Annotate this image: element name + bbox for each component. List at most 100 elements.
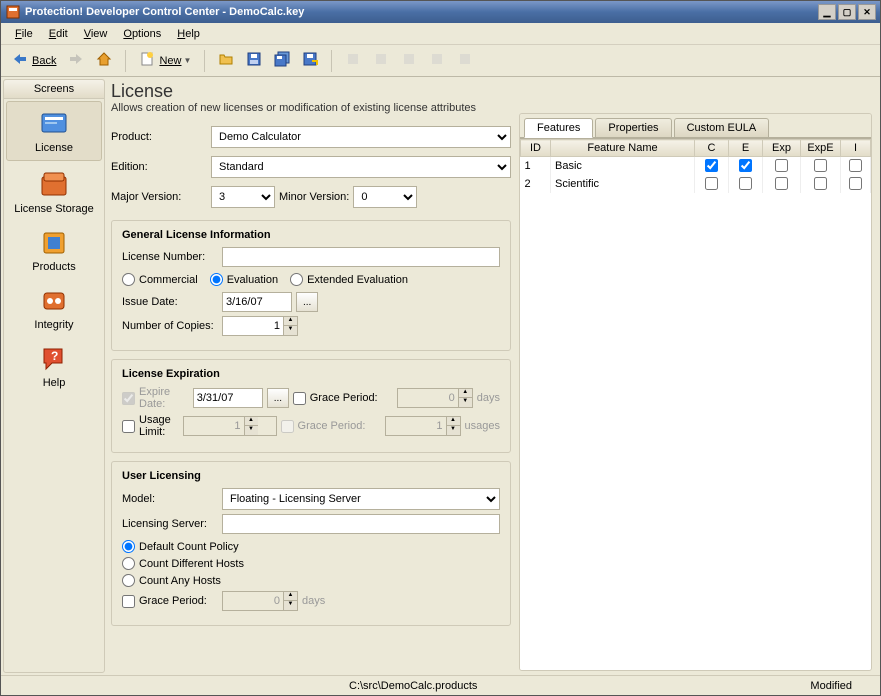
cell-id: 2 xyxy=(521,175,551,193)
back-button[interactable]: Back xyxy=(7,49,61,73)
title-bar: Protection! Developer Control Center - D… xyxy=(1,1,880,23)
grace-period-usages-check: Grace Period: xyxy=(281,420,381,433)
sidebar-item-license-storage[interactable]: License Storage xyxy=(4,163,104,221)
cell-c-check[interactable] xyxy=(705,177,718,190)
product-select[interactable]: Demo Calculator xyxy=(211,126,511,148)
tool-icon xyxy=(457,51,473,70)
table-row[interactable]: 1Basic xyxy=(521,157,871,175)
spin-down-icon[interactable]: ▼ xyxy=(283,326,297,335)
issue-date-input[interactable] xyxy=(222,292,292,312)
tool-b-button[interactable] xyxy=(368,49,394,73)
col-e[interactable]: E xyxy=(729,140,763,157)
expire-date-picker-button[interactable]: ... xyxy=(267,388,289,408)
tab-features[interactable]: Features xyxy=(524,118,593,138)
licensing-server-label: Licensing Server: xyxy=(122,518,222,530)
major-version-select[interactable]: 3 xyxy=(211,186,275,208)
usage-limit-spinner: ▲▼ xyxy=(183,416,277,436)
minimize-button[interactable]: ▁ xyxy=(818,4,836,20)
radio-diff-hosts[interactable]: Count Different Hosts xyxy=(122,557,500,570)
spin-up-icon[interactable]: ▲ xyxy=(283,317,297,326)
forward-button[interactable] xyxy=(63,49,89,73)
col-c[interactable]: C xyxy=(695,140,729,157)
copies-spinner[interactable]: ▲▼ xyxy=(222,316,298,336)
copies-label: Number of Copies: xyxy=(122,320,222,332)
open-button[interactable] xyxy=(213,49,239,73)
tool-d-button[interactable] xyxy=(424,49,450,73)
save-as-button[interactable] xyxy=(297,49,323,73)
sidebar-item-integrity[interactable]: Integrity xyxy=(4,279,104,337)
col-id[interactable]: ID xyxy=(521,140,551,157)
tool-icon xyxy=(345,51,361,70)
cell-exp-check[interactable] xyxy=(775,159,788,172)
sidebar-item-products[interactable]: Products xyxy=(4,221,104,279)
save-button[interactable] xyxy=(241,49,267,73)
col-exp[interactable]: Exp xyxy=(763,140,801,157)
grace-period-days-check[interactable]: Grace Period: xyxy=(293,392,393,405)
sidebar-item-label: License xyxy=(9,142,99,154)
tool-c-button[interactable] xyxy=(396,49,422,73)
save-all-button[interactable] xyxy=(269,49,295,73)
minor-version-select[interactable]: 0 xyxy=(353,186,417,208)
close-button[interactable]: ✕ xyxy=(858,4,876,20)
help-icon: ? xyxy=(38,343,70,375)
user-licensing-fieldset: User Licensing Model: Floating - Licensi… xyxy=(111,461,511,626)
floppy-arrow-icon xyxy=(302,51,318,70)
left-panel: License Allows creation of new licenses … xyxy=(111,81,511,671)
cell-e-check[interactable] xyxy=(739,177,752,190)
col-i[interactable]: I xyxy=(841,140,871,157)
arrow-left-icon xyxy=(12,53,28,68)
menu-help[interactable]: Help xyxy=(169,26,208,42)
usage-limit-check[interactable]: Usage Limit: xyxy=(122,414,183,438)
usages-unit: usages xyxy=(465,420,500,432)
tab-custom-eula[interactable]: Custom EULA xyxy=(674,118,770,137)
menu-view[interactable]: View xyxy=(76,26,116,42)
licensing-server-input[interactable] xyxy=(222,514,500,534)
edition-select[interactable]: Standard xyxy=(211,156,511,178)
arrow-right-icon xyxy=(68,53,84,68)
sidebar-item-license[interactable]: License xyxy=(6,101,102,161)
sidebar-item-label: Integrity xyxy=(6,319,102,331)
cell-i-check[interactable] xyxy=(849,159,862,172)
floppy-multi-icon xyxy=(274,51,290,70)
issue-date-picker-button[interactable]: ... xyxy=(296,292,318,312)
tab-properties[interactable]: Properties xyxy=(595,118,671,137)
sidebar-item-help[interactable]: ? Help xyxy=(4,337,104,395)
expire-date-check[interactable]: Expire Date: xyxy=(122,386,193,410)
toolbar: Back New ▼ xyxy=(1,45,880,77)
tool-a-button[interactable] xyxy=(340,49,366,73)
model-select[interactable]: Floating - Licensing Server xyxy=(222,488,500,510)
radio-default-policy[interactable]: Default Count Policy xyxy=(122,540,500,553)
license-number-input[interactable] xyxy=(222,247,500,267)
cell-c-check[interactable] xyxy=(705,159,718,172)
expire-date-input[interactable] xyxy=(193,388,263,408)
col-name[interactable]: Feature Name xyxy=(551,140,695,157)
cell-i-check[interactable] xyxy=(849,177,862,190)
new-button[interactable]: New ▼ xyxy=(134,49,196,73)
ul-days-unit: days xyxy=(302,595,325,607)
cell-e-check[interactable] xyxy=(739,159,752,172)
table-row[interactable]: 2Scientific xyxy=(521,175,871,193)
home-button[interactable] xyxy=(91,49,117,73)
radio-evaluation[interactable]: Evaluation xyxy=(210,273,278,286)
grace-days-spinner: ▲▼ xyxy=(397,388,473,408)
radio-commercial[interactable]: Commercial xyxy=(122,273,198,286)
menu-edit[interactable]: Edit xyxy=(41,26,76,42)
sidebar: Screens License License Storage Products… xyxy=(3,79,105,673)
ul-grace-check[interactable]: Grace Period: xyxy=(122,595,222,608)
col-expe[interactable]: ExpE xyxy=(801,140,841,157)
cell-expe-check[interactable] xyxy=(814,177,827,190)
right-panel: Features Properties Custom EULA ID Featu… xyxy=(519,113,872,671)
radio-any-hosts[interactable]: Count Any Hosts xyxy=(122,574,500,587)
cell-expe-check[interactable] xyxy=(814,159,827,172)
menu-file[interactable]: File xyxy=(7,26,41,42)
cell-exp-check[interactable] xyxy=(775,177,788,190)
ul-grace-spinner: ▲▼ xyxy=(222,591,298,611)
sidebar-item-label: License Storage xyxy=(6,203,102,215)
cell-id: 1 xyxy=(521,157,551,175)
radio-extended[interactable]: Extended Evaluation xyxy=(290,273,408,286)
user-licensing-legend: User Licensing xyxy=(122,470,500,482)
maximize-button[interactable]: ▢ xyxy=(838,4,856,20)
model-label: Model: xyxy=(122,493,222,505)
menu-options[interactable]: Options xyxy=(115,26,169,42)
tool-e-button[interactable] xyxy=(452,49,478,73)
